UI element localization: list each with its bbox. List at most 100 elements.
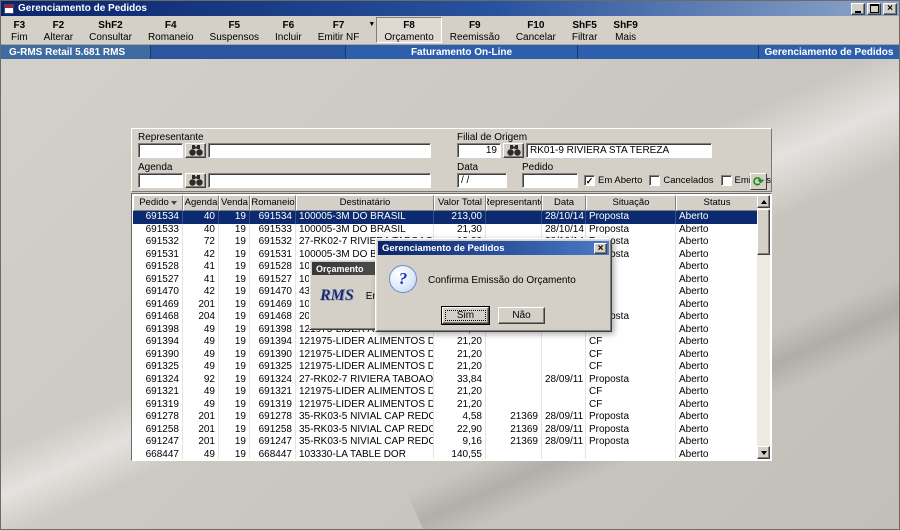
- cell-agenda: 49: [183, 398, 219, 411]
- column-header-destinatario[interactable]: Destinatário: [296, 195, 434, 211]
- cell-venda: 19: [219, 311, 250, 324]
- cell-status: Aberto: [676, 436, 758, 449]
- column-header-romaneio[interactable]: Romaneio: [250, 195, 296, 211]
- column-header-label: Romaneio: [251, 197, 295, 208]
- cell-destinatario: 27-RK02-7 RIVIERA TABOAO: [296, 373, 434, 386]
- cell-venda: 19: [219, 361, 250, 374]
- cell-situacao: Proposta: [586, 373, 676, 386]
- maximize-button[interactable]: [867, 2, 881, 15]
- toolbar-button-emitir-nf[interactable]: F7 Emitir NF: [310, 17, 368, 43]
- grid-header: Pedido Agenda Venda Romaneio Destinatário Val…: [133, 195, 758, 211]
- toolbar-button-fim[interactable]: F3 Fim: [3, 17, 36, 43]
- table-row[interactable]: 691247 201 19 691247 35-RK03-5 NIVIAL CAP RE…: [133, 436, 758, 449]
- close-button[interactable]: ×: [883, 2, 897, 15]
- filial-desc-input[interactable]: [526, 143, 712, 158]
- infobar-module: Faturamento On-Line: [346, 45, 578, 59]
- toolbar-key: F5: [228, 20, 241, 31]
- toolbar-button-alterar[interactable]: F2 Alterar: [36, 17, 81, 43]
- vertical-scrollbar[interactable]: [757, 195, 770, 459]
- toolbar-button-or-amento[interactable]: F8 Orçamento: [376, 17, 442, 43]
- cell-status: Aberto: [676, 223, 758, 236]
- toolbar-button-incluir[interactable]: F6 Incluir: [267, 17, 310, 43]
- toolbar-button-mais[interactable]: ShF9 Mais: [605, 17, 645, 43]
- toolbar-button-suspensos[interactable]: F5 Suspensos: [202, 17, 267, 43]
- table-row[interactable]: 691533 40 19 691533 100005-3M DO BRASIL 21,30…: [133, 223, 758, 236]
- infobar-fill: [578, 45, 759, 59]
- table-row[interactable]: 6913214919691321121975-LIDER ALIMENTOS D…: [133, 386, 758, 399]
- cell-venda: 19: [219, 236, 250, 249]
- table-row[interactable]: 6913254919691325121975-LIDER ALIMENTOS D…: [133, 361, 758, 374]
- cell-destinatario: 35-RK03-5 NIVIAL CAP REDONDO: [296, 411, 434, 424]
- minimize-button[interactable]: [851, 2, 865, 15]
- cell-data: [542, 386, 586, 399]
- no-button[interactable]: Não: [498, 307, 545, 324]
- binoculars-icon: [188, 175, 203, 186]
- agenda-search-button[interactable]: [185, 173, 206, 188]
- pedido-input[interactable]: [522, 173, 578, 188]
- agenda-desc-input[interactable]: [208, 173, 431, 188]
- table-row[interactable]: 691534 40 19 691534 100005-3M DO BRASIL 213,0…: [133, 211, 758, 224]
- toolbar-key: F3: [13, 20, 26, 31]
- column-header-representante[interactable]: Representante: [486, 195, 542, 211]
- checkbox-em-aberto[interactable]: ✓ Em Aberto: [584, 175, 642, 186]
- cell-venda: 19: [219, 436, 250, 449]
- table-row[interactable]: 691324 92 19 691324 27-RK02-7 RIVIERA TABOAO…: [133, 373, 758, 386]
- table-row[interactable]: 6913904919691390121975-LIDER ALIMENTOS D…: [133, 348, 758, 361]
- representante-desc-input[interactable]: [208, 143, 431, 158]
- toolbar-label: Filtrar: [571, 32, 598, 43]
- cell-romaneio: 691532: [250, 236, 296, 249]
- app-icon: [4, 3, 14, 14]
- table-row[interactable]: 6913194919691319121975-LIDER ALIMENTOS D…: [133, 398, 758, 411]
- table-row[interactable]: 691278 201 19 691278 35-RK03-5 NIVIAL CAP RE…: [133, 411, 758, 424]
- cell-pedido: 691394: [133, 336, 183, 349]
- representante-input[interactable]: [138, 143, 183, 158]
- cell-agenda: 49: [183, 386, 219, 399]
- refresh-button[interactable]: ⟳: [750, 173, 767, 190]
- dropdown-icon[interactable]: ▼: [367, 21, 376, 43]
- toolbar-button-consultar[interactable]: ShF2 Consultar: [81, 17, 140, 43]
- toolbar-button-cancelar[interactable]: F10 Cancelar: [508, 17, 564, 43]
- toolbar-button-filtrar[interactable]: ShF5 Filtrar: [564, 17, 606, 43]
- agenda-input[interactable]: [138, 173, 183, 188]
- column-header-valor-total[interactable]: Valor Total: [434, 195, 486, 211]
- cell-pedido: 691531: [133, 248, 183, 261]
- dialog-close-button[interactable]: ×: [594, 242, 607, 254]
- checkbox-unchecked-icon[interactable]: [649, 175, 661, 186]
- cell-status: Aberto: [676, 398, 758, 411]
- filial-input[interactable]: [457, 143, 501, 158]
- filial-search-button[interactable]: [503, 143, 524, 158]
- scroll-up-button[interactable]: [757, 195, 770, 208]
- data-input[interactable]: [457, 173, 507, 188]
- toolbar-key: ShF2: [98, 20, 123, 31]
- column-header-pedido[interactable]: Pedido: [133, 195, 183, 211]
- column-header-situacao[interactable]: Situação: [586, 195, 676, 211]
- cell-agenda: 72: [183, 236, 219, 249]
- infobar-spacer: [151, 45, 346, 59]
- toolbar-label: Consultar: [89, 32, 132, 43]
- yes-button[interactable]: Sim: [442, 307, 489, 324]
- checkbox-unchecked-icon[interactable]: [720, 175, 732, 186]
- column-header-label: Representante: [487, 197, 542, 208]
- column-header-venda[interactable]: Venda: [219, 195, 250, 211]
- cell-pedido: 691534: [133, 211, 183, 224]
- table-row[interactable]: 668447 49 19 668447 103330-LA TABLE DOR 140,5…: [133, 448, 758, 459]
- cell-valor-total: 21,20: [434, 348, 486, 361]
- column-header-data[interactable]: Data: [542, 195, 586, 211]
- toolbar-button-reemiss-o[interactable]: F9 Reemissão: [442, 17, 508, 43]
- cell-data: 28/10/14: [542, 211, 586, 224]
- column-header-status[interactable]: Status: [676, 195, 758, 211]
- scroll-down-button[interactable]: [757, 446, 770, 459]
- representante-search-button[interactable]: [185, 143, 206, 158]
- table-row[interactable]: 691258 201 19 691258 35-RK03-5 NIVIAL CAP RE…: [133, 423, 758, 436]
- checkbox-cancelados[interactable]: Cancelados: [649, 175, 714, 186]
- dialog-titlebar: Gerenciamento de Pedidos ×: [378, 241, 609, 255]
- rms-logo: RMS: [320, 287, 354, 304]
- table-row[interactable]: 6913944919691394121975-LIDER ALIMENTOS D…: [133, 336, 758, 349]
- toolbar-button-romaneio[interactable]: F4 Romaneio: [140, 17, 202, 43]
- scrollbar-thumb[interactable]: [757, 209, 770, 255]
- column-header-agenda[interactable]: Agenda: [183, 195, 219, 211]
- toolbar-label: Fim: [11, 32, 28, 43]
- cell-status: Aberto: [676, 286, 758, 299]
- infobar-system: G-RMS Retail 5.681 RMS: [1, 45, 151, 59]
- checkbox-checked-icon[interactable]: ✓: [584, 175, 595, 186]
